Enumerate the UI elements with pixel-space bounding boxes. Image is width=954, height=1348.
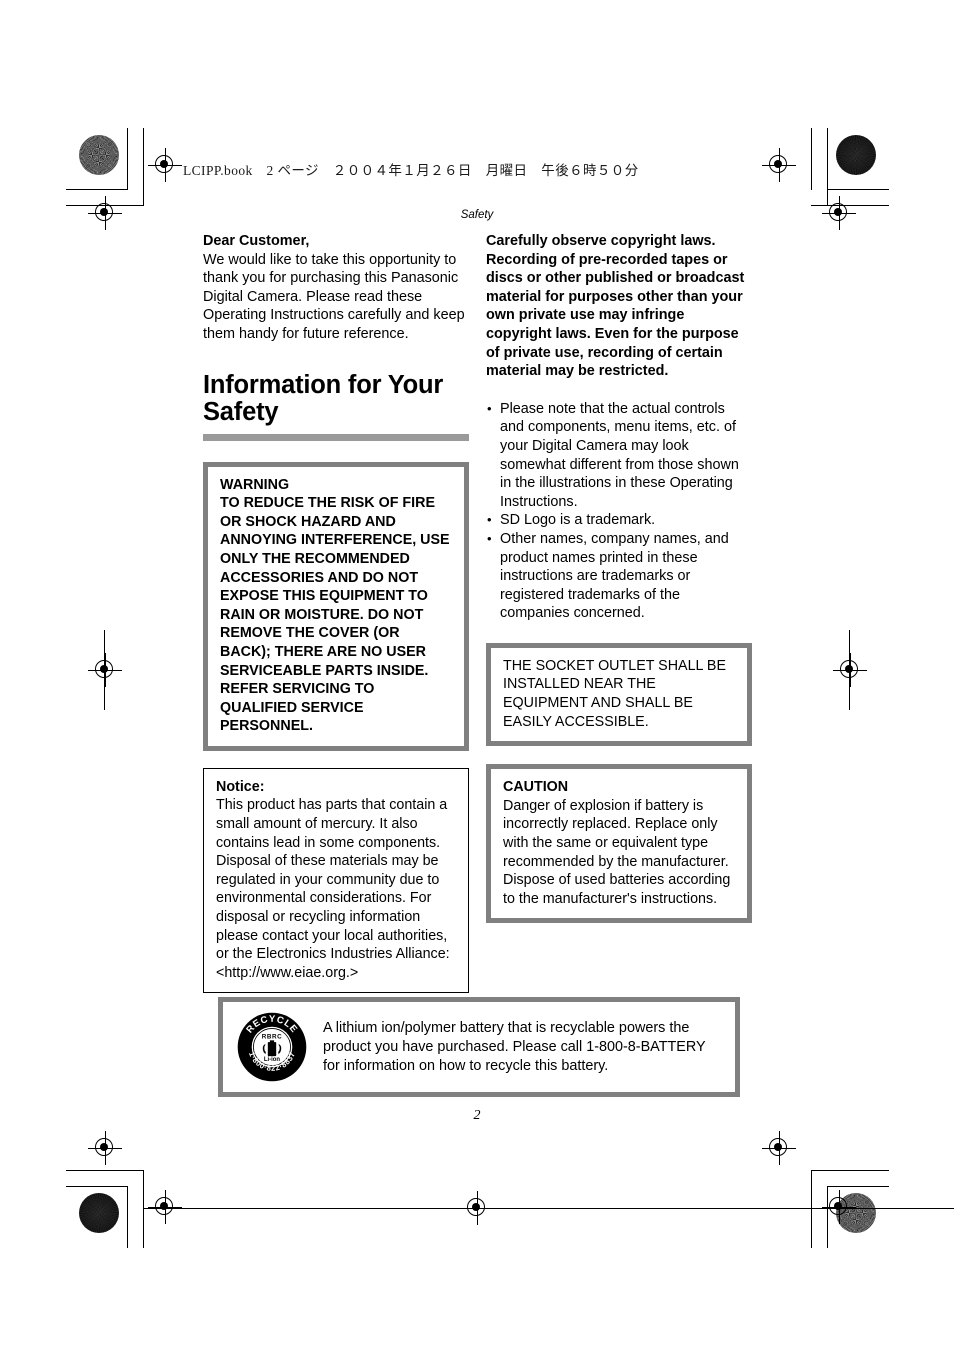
- list-item: Please note that the actual controls and…: [486, 400, 752, 512]
- registration-target: [762, 148, 796, 182]
- crop-mark-line: [811, 1170, 812, 1248]
- notes-list: Please note that the actual controls and…: [486, 400, 752, 623]
- registration-target: [88, 653, 122, 687]
- registration-target: [148, 148, 182, 182]
- list-item: SD Logo is a trademark.: [486, 511, 752, 530]
- notice-heading: Notice:: [216, 778, 265, 795]
- svg-text:RBRC: RBRC: [262, 1034, 282, 1041]
- notice-box: Notice: This product has parts that cont…: [203, 767, 469, 994]
- crop-mark-line: [827, 189, 889, 190]
- registration-target: [88, 1131, 122, 1165]
- warning-box: WARNING TO REDUCE THE RISK OF FIRE OR SH…: [203, 461, 469, 751]
- left-column: Dear Customer, We would like to take thi…: [203, 232, 469, 994]
- registration-blob: [79, 1193, 119, 1233]
- warning-heading: WARNING: [220, 476, 290, 493]
- registration-target: [762, 1131, 796, 1165]
- crop-mark-line: [127, 128, 128, 190]
- dear-customer-body: We would like to take this opportunity t…: [203, 251, 465, 342]
- right-column: Carefully observe copyright laws. Record…: [486, 232, 752, 924]
- crop-mark-line: [66, 189, 128, 190]
- page-number: 2: [473, 1108, 481, 1123]
- caution-box: CAUTION Danger of explosion if battery i…: [486, 764, 752, 924]
- registration-target: [148, 1190, 182, 1224]
- notice-body: This product has parts that contain a sm…: [216, 797, 450, 981]
- crop-mark-line: [66, 1170, 144, 1171]
- warning-body: TO REDUCE THE RISK OF FIRE OR SHOCK HAZA…: [220, 495, 450, 735]
- socket-outlet-box: THE SOCKET OUTLET SHALL BE INSTALLED NEA…: [486, 642, 752, 747]
- page-canvas: LCIPP.book 2 ページ ２００４年１月２６日 月曜日 午後６時５０分 …: [0, 0, 954, 1348]
- rbrc-recycle-icon: RECYCLE 1·800·822·8837 RBRC Li-ion: [237, 1012, 307, 1082]
- registration-blob: [79, 135, 119, 175]
- caution-body: Danger of explosion if battery is incorr…: [503, 797, 731, 907]
- crop-mark-line: [143, 128, 144, 206]
- registration-target: [833, 653, 867, 687]
- crop-mark-line: [143, 1170, 144, 1248]
- crop-mark-line: [127, 1186, 128, 1248]
- running-head: Safety: [460, 209, 494, 221]
- registration-blob: [836, 135, 876, 175]
- dear-customer-label: Dear Customer,: [203, 233, 310, 249]
- crop-mark-line: [827, 1186, 889, 1187]
- socket-outlet-body: THE SOCKET OUTLET SHALL BE INSTALLED NEA…: [503, 657, 726, 730]
- title-rule-divider: [203, 433, 469, 441]
- caution-heading: CAUTION: [503, 779, 569, 796]
- crop-mark-line: [66, 1186, 128, 1187]
- crop-mark-line: [811, 128, 812, 190]
- battery-recycle-text: A lithium ion/polymer battery that is re…: [323, 1019, 706, 1074]
- crop-mark-line: [827, 128, 828, 206]
- copyright-notice: Carefully observe copyright laws. Record…: [486, 233, 745, 380]
- page-title: Information for Your Safety: [203, 370, 444, 426]
- dear-customer-heading: Dear Customer,: [203, 232, 469, 251]
- book-filename-header: LCIPP.book 2 ページ ２００４年１月２６日 月曜日 午後６時５０分: [183, 163, 639, 178]
- battery-recycle-panel: RECYCLE 1·800·822·8837 RBRC Li-ion A lit…: [218, 997, 740, 1097]
- crop-mark-line: [811, 1170, 889, 1171]
- crop-mark-line: [144, 1208, 954, 1209]
- registration-target: [822, 1190, 856, 1224]
- svg-text:Li-ion: Li-ion: [264, 1057, 281, 1063]
- list-item: Other names, company names, and product …: [486, 530, 752, 623]
